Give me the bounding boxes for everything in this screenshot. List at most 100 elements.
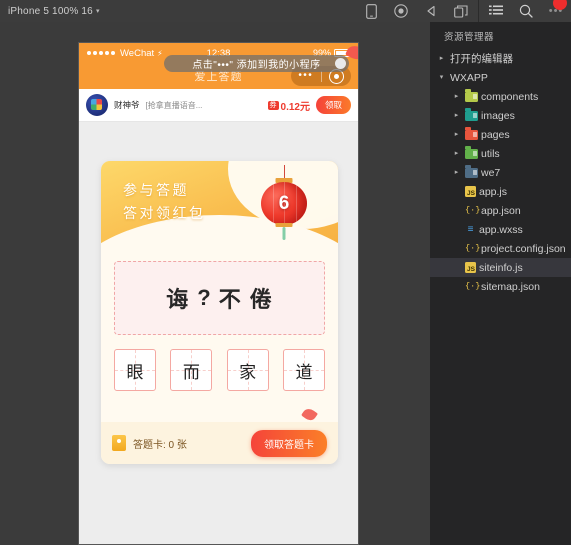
menu-icon[interactable] xyxy=(481,0,511,22)
file-project-config[interactable]: ▸{·}project.config.json xyxy=(430,239,571,258)
chevron-right-icon[interactable]: ▸ xyxy=(451,93,462,100)
question-char: 倦 xyxy=(249,287,273,312)
folder-components[interactable]: ▸ components xyxy=(430,87,571,106)
ad-price: 0.12元 xyxy=(280,101,310,113)
file-siteinfo-js[interactable]: ▸JSsiteinfo.js xyxy=(430,258,571,277)
answer-option[interactable]: 而 xyxy=(170,349,213,391)
ad-description: [抢拿直播语音... xyxy=(145,100,203,110)
tree-row-label: project.config.json xyxy=(481,242,566,255)
more-options-button[interactable]: ••• xyxy=(541,0,571,22)
file-app-js[interactable]: ▸JSapp.js xyxy=(430,182,571,201)
file-tree: ▸ 打开的编辑器 ▾ WXAPP ▸ components ▸ images ▸ pages ▸ ut… xyxy=(430,49,571,296)
answer-option[interactable]: 眼 xyxy=(114,349,156,391)
add-to-favorites-tooltip: 点击"•••" 添加到我的小程序 xyxy=(164,55,349,72)
explorer-title: 资源管理器 xyxy=(444,32,495,43)
workspace: WeChat ⚡ 12:38 99% 爱上答题 ••• 财神爷 [抢拿直播语音.… xyxy=(0,22,571,545)
search-icon[interactable] xyxy=(511,0,541,22)
lantern-icon: 6 xyxy=(258,165,310,245)
question-blank: ? xyxy=(197,285,211,310)
tree-row-label: app.wxss xyxy=(479,223,523,236)
chevron-down-icon[interactable]: ▾ xyxy=(436,74,447,81)
quiz-header-text: 参与答题 答对领红包 xyxy=(123,179,206,225)
tree-row-label: WXAPP xyxy=(450,71,488,84)
question-box: 诲 ? 不 倦 xyxy=(114,261,325,335)
chevron-right-icon[interactable]: ▸ xyxy=(451,169,462,176)
lantern-number: 6 xyxy=(278,192,290,214)
record-icon[interactable] xyxy=(386,0,416,22)
stylesheet-file-icon: ≡ xyxy=(467,224,474,235)
question-char: 诲 xyxy=(166,287,190,312)
tree-row-label: app.json xyxy=(481,204,521,217)
answer-option[interactable]: 家 xyxy=(226,349,269,391)
ticket-icon xyxy=(112,435,126,451)
notification-badge xyxy=(553,0,567,10)
sound-icon[interactable] xyxy=(416,0,446,22)
folder-icon xyxy=(465,146,478,159)
answer-options: 眼 而 家 道 xyxy=(114,349,325,391)
petal-decoration-card xyxy=(301,406,318,423)
tree-row-label: components xyxy=(481,90,539,103)
tree-row-label: utils xyxy=(481,147,500,160)
chevron-right-icon[interactable]: ▸ xyxy=(436,55,447,62)
coupon-tag: 券 xyxy=(267,100,279,110)
tree-row-label: we7 xyxy=(481,166,501,179)
folder-utils[interactable]: ▸ utils xyxy=(430,144,571,163)
answer-option-label: 而 xyxy=(182,362,200,382)
window-icon[interactable] xyxy=(446,0,476,22)
quiz-header-line-1: 参与答题 xyxy=(123,182,189,198)
tree-row-label: 打开的编辑器 xyxy=(450,53,513,65)
quiz-header-line-2: 答对领红包 xyxy=(123,205,206,222)
json-file-icon: {·} xyxy=(465,243,481,254)
question-char: 不 xyxy=(218,287,242,312)
toolbar-divider xyxy=(478,0,479,22)
tree-row-label: app.js xyxy=(479,185,508,198)
simulator-pane: WeChat ⚡ 12:38 99% 爱上答题 ••• 财神爷 [抢拿直播语音.… xyxy=(0,22,430,545)
file-app-wxss[interactable]: ▸≡app.wxss xyxy=(430,220,571,239)
claim-ticket-button[interactable]: 领取答题卡 xyxy=(251,429,327,457)
folder-pages[interactable]: ▸ pages xyxy=(430,125,571,144)
device-selector-label: iPhone 5 100% 16 xyxy=(8,5,93,17)
ad-banner[interactable]: 财神爷 [抢拿直播语音... 券 0.12元 领取 xyxy=(79,89,358,122)
folder-icon xyxy=(465,127,478,140)
wxapp-root[interactable]: ▾ WXAPP xyxy=(430,68,571,87)
ad-price-group: 券 0.12元 xyxy=(267,98,310,113)
folder-icon xyxy=(465,108,478,121)
tree-row-label: sitemap.json xyxy=(481,280,540,293)
tooltip-label: 点击"•••" 添加到我的小程序 xyxy=(192,60,321,71)
device-selector-dropdown[interactable]: iPhone 5 100% 16 ▾ xyxy=(0,6,100,17)
folder-images[interactable]: ▸ images xyxy=(430,106,571,125)
open-editors[interactable]: ▸ 打开的编辑器 xyxy=(430,49,571,68)
javascript-file-icon: JS xyxy=(465,186,476,197)
capsule-menu-icon[interactable]: ••• xyxy=(291,71,321,81)
javascript-file-icon: JS xyxy=(465,262,476,273)
device-icon[interactable] xyxy=(356,0,386,22)
chevron-right-icon[interactable]: ▸ xyxy=(451,131,462,138)
avatar xyxy=(86,94,108,116)
quiz-card: 参与答题 答对领红包 6 诲 ? 不 倦 眼 而 家 道 答题卡: 0 张 领取… xyxy=(101,161,338,464)
answer-option-label: 眼 xyxy=(126,362,144,382)
tree-row-label: siteinfo.js xyxy=(479,261,523,274)
tree-row-label: images xyxy=(481,109,515,122)
ad-claim-button[interactable]: 领取 xyxy=(315,96,351,114)
folder-we7[interactable]: ▸ we7 xyxy=(430,163,571,182)
ad-name: 财神爷 xyxy=(114,100,140,110)
quiz-card-header: 参与答题 答对领红包 6 xyxy=(101,161,338,249)
file-sitemap-json[interactable]: ▸{·}sitemap.json xyxy=(430,277,571,296)
folder-icon xyxy=(465,89,478,102)
answer-option-label: 家 xyxy=(239,362,257,382)
json-file-icon: {·} xyxy=(465,205,481,216)
tree-row-label: pages xyxy=(481,128,510,141)
answer-option[interactable]: 道 xyxy=(282,349,325,391)
chevron-right-icon[interactable]: ▸ xyxy=(451,112,462,119)
tooltip-close-icon[interactable] xyxy=(335,58,346,69)
explorer-sidebar: 资源管理器 ▸ 打开的编辑器 ▾ WXAPP ▸ components ▸ images ▸ pa… xyxy=(430,22,571,545)
file-app-json[interactable]: ▸{·}app.json xyxy=(430,201,571,220)
chevron-right-icon[interactable]: ▸ xyxy=(451,150,462,157)
top-toolbar: iPhone 5 100% 16 ▾ ••• xyxy=(0,0,571,22)
chevron-down-icon: ▾ xyxy=(95,8,100,15)
quiz-card-footer: 答题卡: 0 张 领取答题卡 xyxy=(101,422,338,464)
folder-icon xyxy=(465,165,478,178)
phone-simulator: WeChat ⚡ 12:38 99% 爱上答题 ••• 财神爷 [抢拿直播语音.… xyxy=(78,42,359,545)
ticket-count-label: 答题卡: 0 张 xyxy=(133,439,187,451)
answer-option-label: 道 xyxy=(295,362,313,382)
